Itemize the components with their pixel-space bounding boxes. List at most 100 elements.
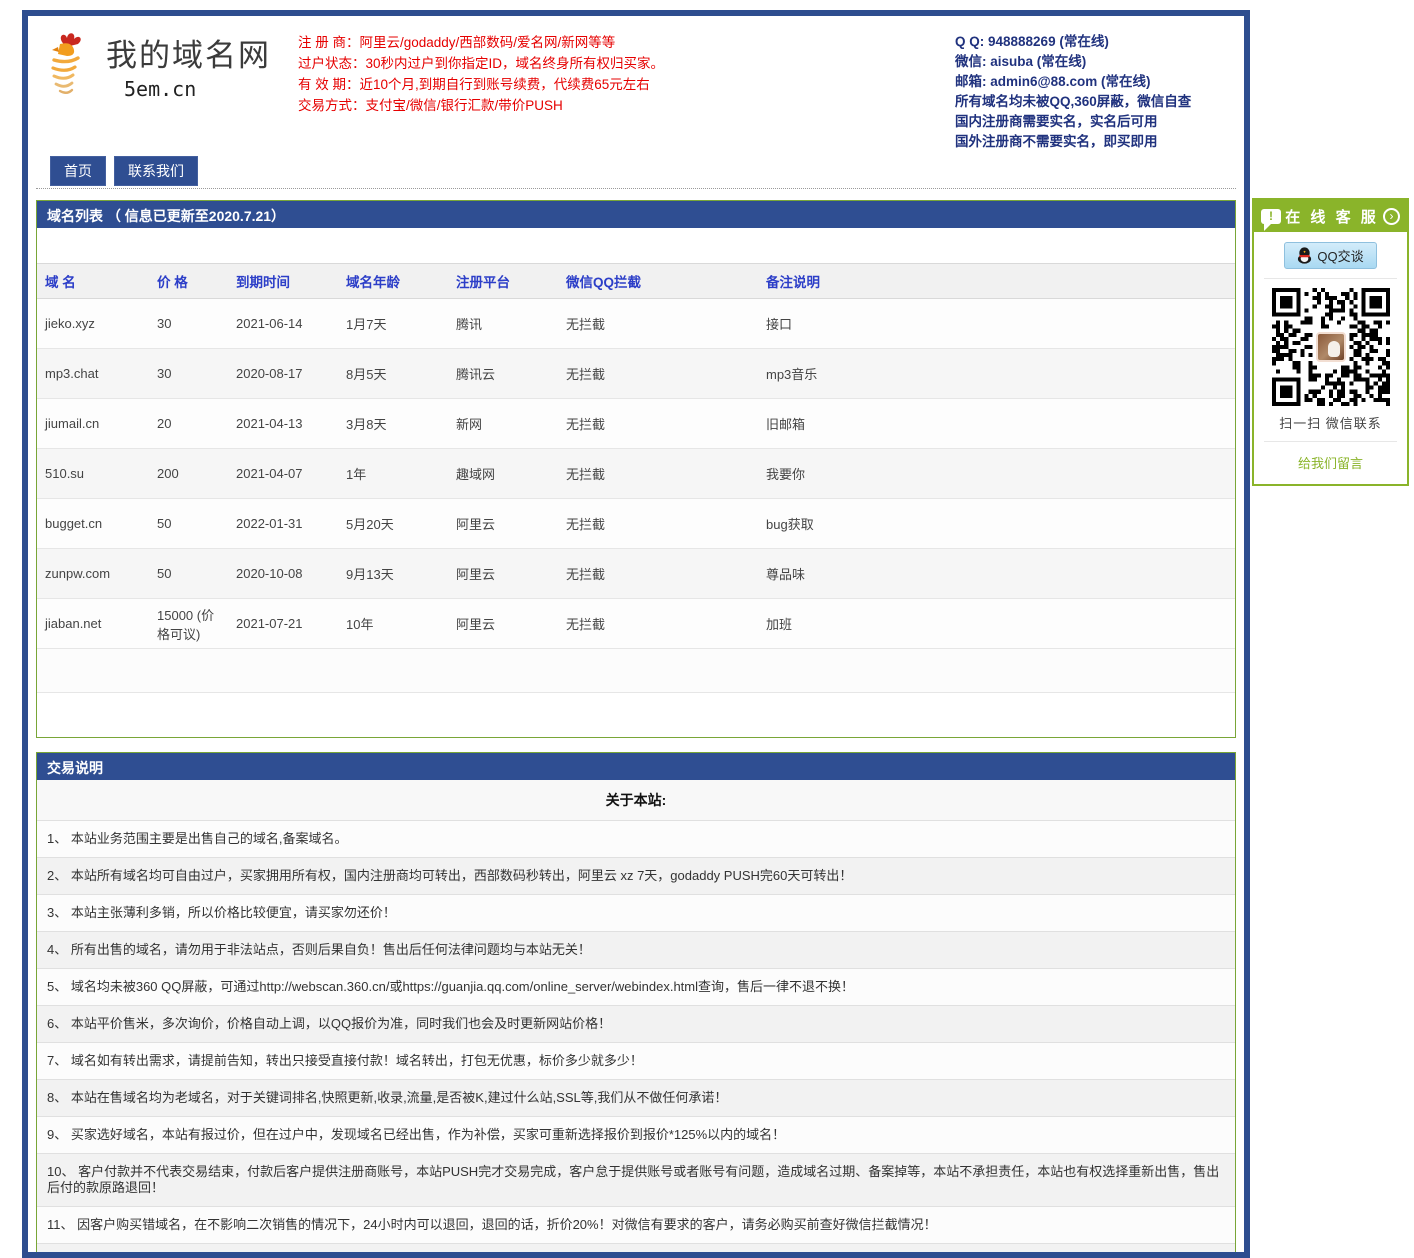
registrar-notice: 注 册 商：阿里云/godaddy/西部数码/爱名网/新网等等过户状态：30秒内…: [298, 32, 664, 116]
contact-line: Q Q: 948888269 (常在线): [955, 32, 1245, 52]
note-item: 6、 本站平价售米，多次询价，价格自动上调，以QQ报价为准，同时我们也会及时更新…: [37, 1006, 1235, 1043]
table-cell: 8月5天: [338, 360, 448, 387]
table-cell: 无拦截: [558, 510, 758, 537]
customer-service-widget: ! 在 线 客 服 › QQ交谈 扫一扫 微信联系 给我们留言: [1252, 198, 1409, 486]
column-header: 域名年龄: [338, 267, 448, 295]
notice-line: 交易方式：支付宝/微信/银行汇款/带价PUSH: [298, 95, 664, 116]
domain-table-body: jieko.xyz302021-06-141月7天腾讯无拦截接口mp3.chat…: [37, 299, 1235, 649]
table-cell: 20: [149, 412, 228, 435]
table-cell: 1年: [338, 460, 448, 487]
qr-center-avatar: [1316, 332, 1346, 362]
main-nav: 首页联系我们: [50, 156, 206, 186]
table-cell: 2021-04-13: [228, 412, 338, 435]
domain-table-footer-space: [37, 649, 1235, 693]
column-header: 域 名: [37, 267, 149, 295]
contact-line: 邮箱: admin6@88.com (常在线): [955, 72, 1245, 92]
scan-hint: 扫一扫 微信联系: [1254, 413, 1407, 432]
contact-line: 国内注册商需要实名，实名后可用: [955, 112, 1245, 132]
about-heading: 关于本站:: [37, 780, 1235, 821]
table-cell: 尊品味: [758, 560, 1235, 587]
table-cell: 10年: [338, 610, 448, 637]
contact-line: 微信: aisuba (常在线): [955, 52, 1245, 72]
qq-chat-label: QQ交谈: [1317, 246, 1363, 265]
column-header: 价 格: [149, 267, 228, 295]
qq-penguin-icon: [1297, 247, 1312, 264]
table-cell: 阿里云: [448, 510, 558, 537]
contact-info: Q Q: 948888269 (常在线)微信: aisuba (常在线)邮箱: …: [955, 32, 1245, 152]
qq-chat-button[interactable]: QQ交谈: [1284, 242, 1376, 269]
rooster-logo-icon: [46, 30, 98, 98]
sidebar-divider: [1264, 441, 1397, 442]
table-cell: bug获取: [758, 510, 1235, 537]
table-cell: 趣域网: [448, 460, 558, 487]
note-item: 9、 买家选好域名，本站有报过价，但在过户中，发现域名已经出售，作为补偿，买家可…: [37, 1117, 1235, 1154]
note-item: 12、 国内注册商在注册商后台解析，GODADDY默认使用DNSPOD的解析，客…: [37, 1244, 1235, 1258]
site-domain: 5em.cn: [124, 77, 271, 101]
domain-table-header: 域 名价 格到期时间域名年龄注册平台微信QQ拦截备注说明: [37, 263, 1235, 299]
table-row: jiumail.cn202021-04-133月8天新网无拦截旧邮箱: [37, 399, 1235, 449]
table-cell: 30: [149, 362, 228, 385]
table-row: jieko.xyz302021-06-141月7天腾讯无拦截接口: [37, 299, 1235, 349]
table-row: zunpw.com502020-10-089月13天阿里云无拦截尊品味: [37, 549, 1235, 599]
domain-list-panel: 域名列表 （ 信息已更新至2020.7.21） 域 名价 格到期时间域名年龄注册…: [36, 200, 1236, 738]
notes-panel: 交易说明 关于本站: 1、 本站业务范围主要是出售自己的域名,备案域名。2、 本…: [36, 752, 1236, 1258]
notes-title: 交易说明: [37, 753, 1235, 780]
table-cell: 阿里云: [448, 610, 558, 637]
table-cell: 15000 (价格可议): [149, 601, 228, 647]
site-title: 我的域名网: [106, 30, 271, 75]
table-cell: 无拦截: [558, 460, 758, 487]
table-cell: 9月13天: [338, 560, 448, 587]
table-cell: zunpw.com: [37, 562, 149, 585]
table-cell: 无拦截: [558, 410, 758, 437]
note-item: 8、 本站在售域名均为老域名，对于关键词排名,快照更新,收录,流量,是否被K,建…: [37, 1080, 1235, 1117]
contact-line: 所有域名均未被QQ,360屏蔽，微信自查: [955, 92, 1245, 112]
table-row: bugget.cn502022-01-315月20天阿里云无拦截bug获取: [37, 499, 1235, 549]
table-cell: 1月7天: [338, 310, 448, 337]
table-cell: 2021-07-21: [228, 612, 338, 635]
column-header: 注册平台: [448, 267, 558, 295]
note-item: 4、 所有出售的域名，请勿用于非法站点，否则后果自负！售出后任何法律问题均与本站…: [37, 932, 1235, 969]
customer-service-title: 在 线 客 服: [1281, 206, 1383, 227]
notice-line: 有 效 期：近10个月,到期自行到账号续费，代续费65元左右: [298, 74, 664, 95]
table-cell: 接口: [758, 310, 1235, 337]
leave-message-link[interactable]: 给我们留言: [1254, 451, 1407, 478]
table-cell: 2020-10-08: [228, 562, 338, 585]
notes-list: 1、 本站业务范围主要是出售自己的域名,备案域名。2、 本站所有域名均可自由过户…: [37, 821, 1235, 1258]
table-cell: bugget.cn: [37, 512, 149, 535]
customer-service-body: QQ交谈 扫一扫 微信联系 给我们留言: [1254, 232, 1407, 484]
table-row: 510.su2002021-04-071年趣域网无拦截我要你: [37, 449, 1235, 499]
table-cell: jiaban.net: [37, 612, 149, 635]
table-cell: 5月20天: [338, 510, 448, 537]
table-cell: 新网: [448, 410, 558, 437]
table-cell: 加班: [758, 610, 1235, 637]
table-cell: 50: [149, 512, 228, 535]
header-divider: [36, 188, 1236, 189]
table-cell: mp3音乐: [758, 360, 1235, 387]
column-header: 备注说明: [758, 267, 1235, 295]
collapse-arrow-icon[interactable]: ›: [1383, 208, 1400, 225]
table-cell: 2022-01-31: [228, 512, 338, 535]
table-cell: 3月8天: [338, 410, 448, 437]
note-item: 10、 客户付款并不代表交易结束，付款后客户提供注册商账号，本站PUSH完才交易…: [37, 1154, 1235, 1207]
note-item: 3、 本站主张薄利多销，所以价格比较便宜，请买家勿还价！: [37, 895, 1235, 932]
main-container: 我的域名网 5em.cn 注 册 商：阿里云/godaddy/西部数码/爱名网/…: [22, 10, 1250, 1258]
note-item: 2、 本站所有域名均可自由过户，买家拥用所有权，国内注册商均可转出，西部数码秒转…: [37, 858, 1235, 895]
nav-item-0[interactable]: 首页: [50, 156, 106, 186]
table-cell: 无拦截: [558, 310, 758, 337]
table-cell: 2021-06-14: [228, 312, 338, 335]
table-cell: 腾讯云: [448, 360, 558, 387]
note-item: 11、 因客户购买错域名，在不影响二次销售的情况下，24小时内可以退回，退回的话…: [37, 1207, 1235, 1244]
nav-item-1[interactable]: 联系我们: [114, 156, 198, 186]
table-cell: 510.su: [37, 462, 149, 485]
table-cell: 30: [149, 312, 228, 335]
chat-bubble-icon: !: [1261, 209, 1281, 224]
site-logo: 我的域名网 5em.cn: [46, 30, 271, 101]
table-cell: 腾讯: [448, 310, 558, 337]
table-cell: 2021-04-07: [228, 462, 338, 485]
table-row: mp3.chat302020-08-178月5天腾讯云无拦截mp3音乐: [37, 349, 1235, 399]
table-cell: 阿里云: [448, 560, 558, 587]
table-cell: jieko.xyz: [37, 312, 149, 335]
notice-line: 注 册 商：阿里云/godaddy/西部数码/爱名网/新网等等: [298, 32, 664, 53]
table-cell: 我要你: [758, 460, 1235, 487]
table-cell: 50: [149, 562, 228, 585]
